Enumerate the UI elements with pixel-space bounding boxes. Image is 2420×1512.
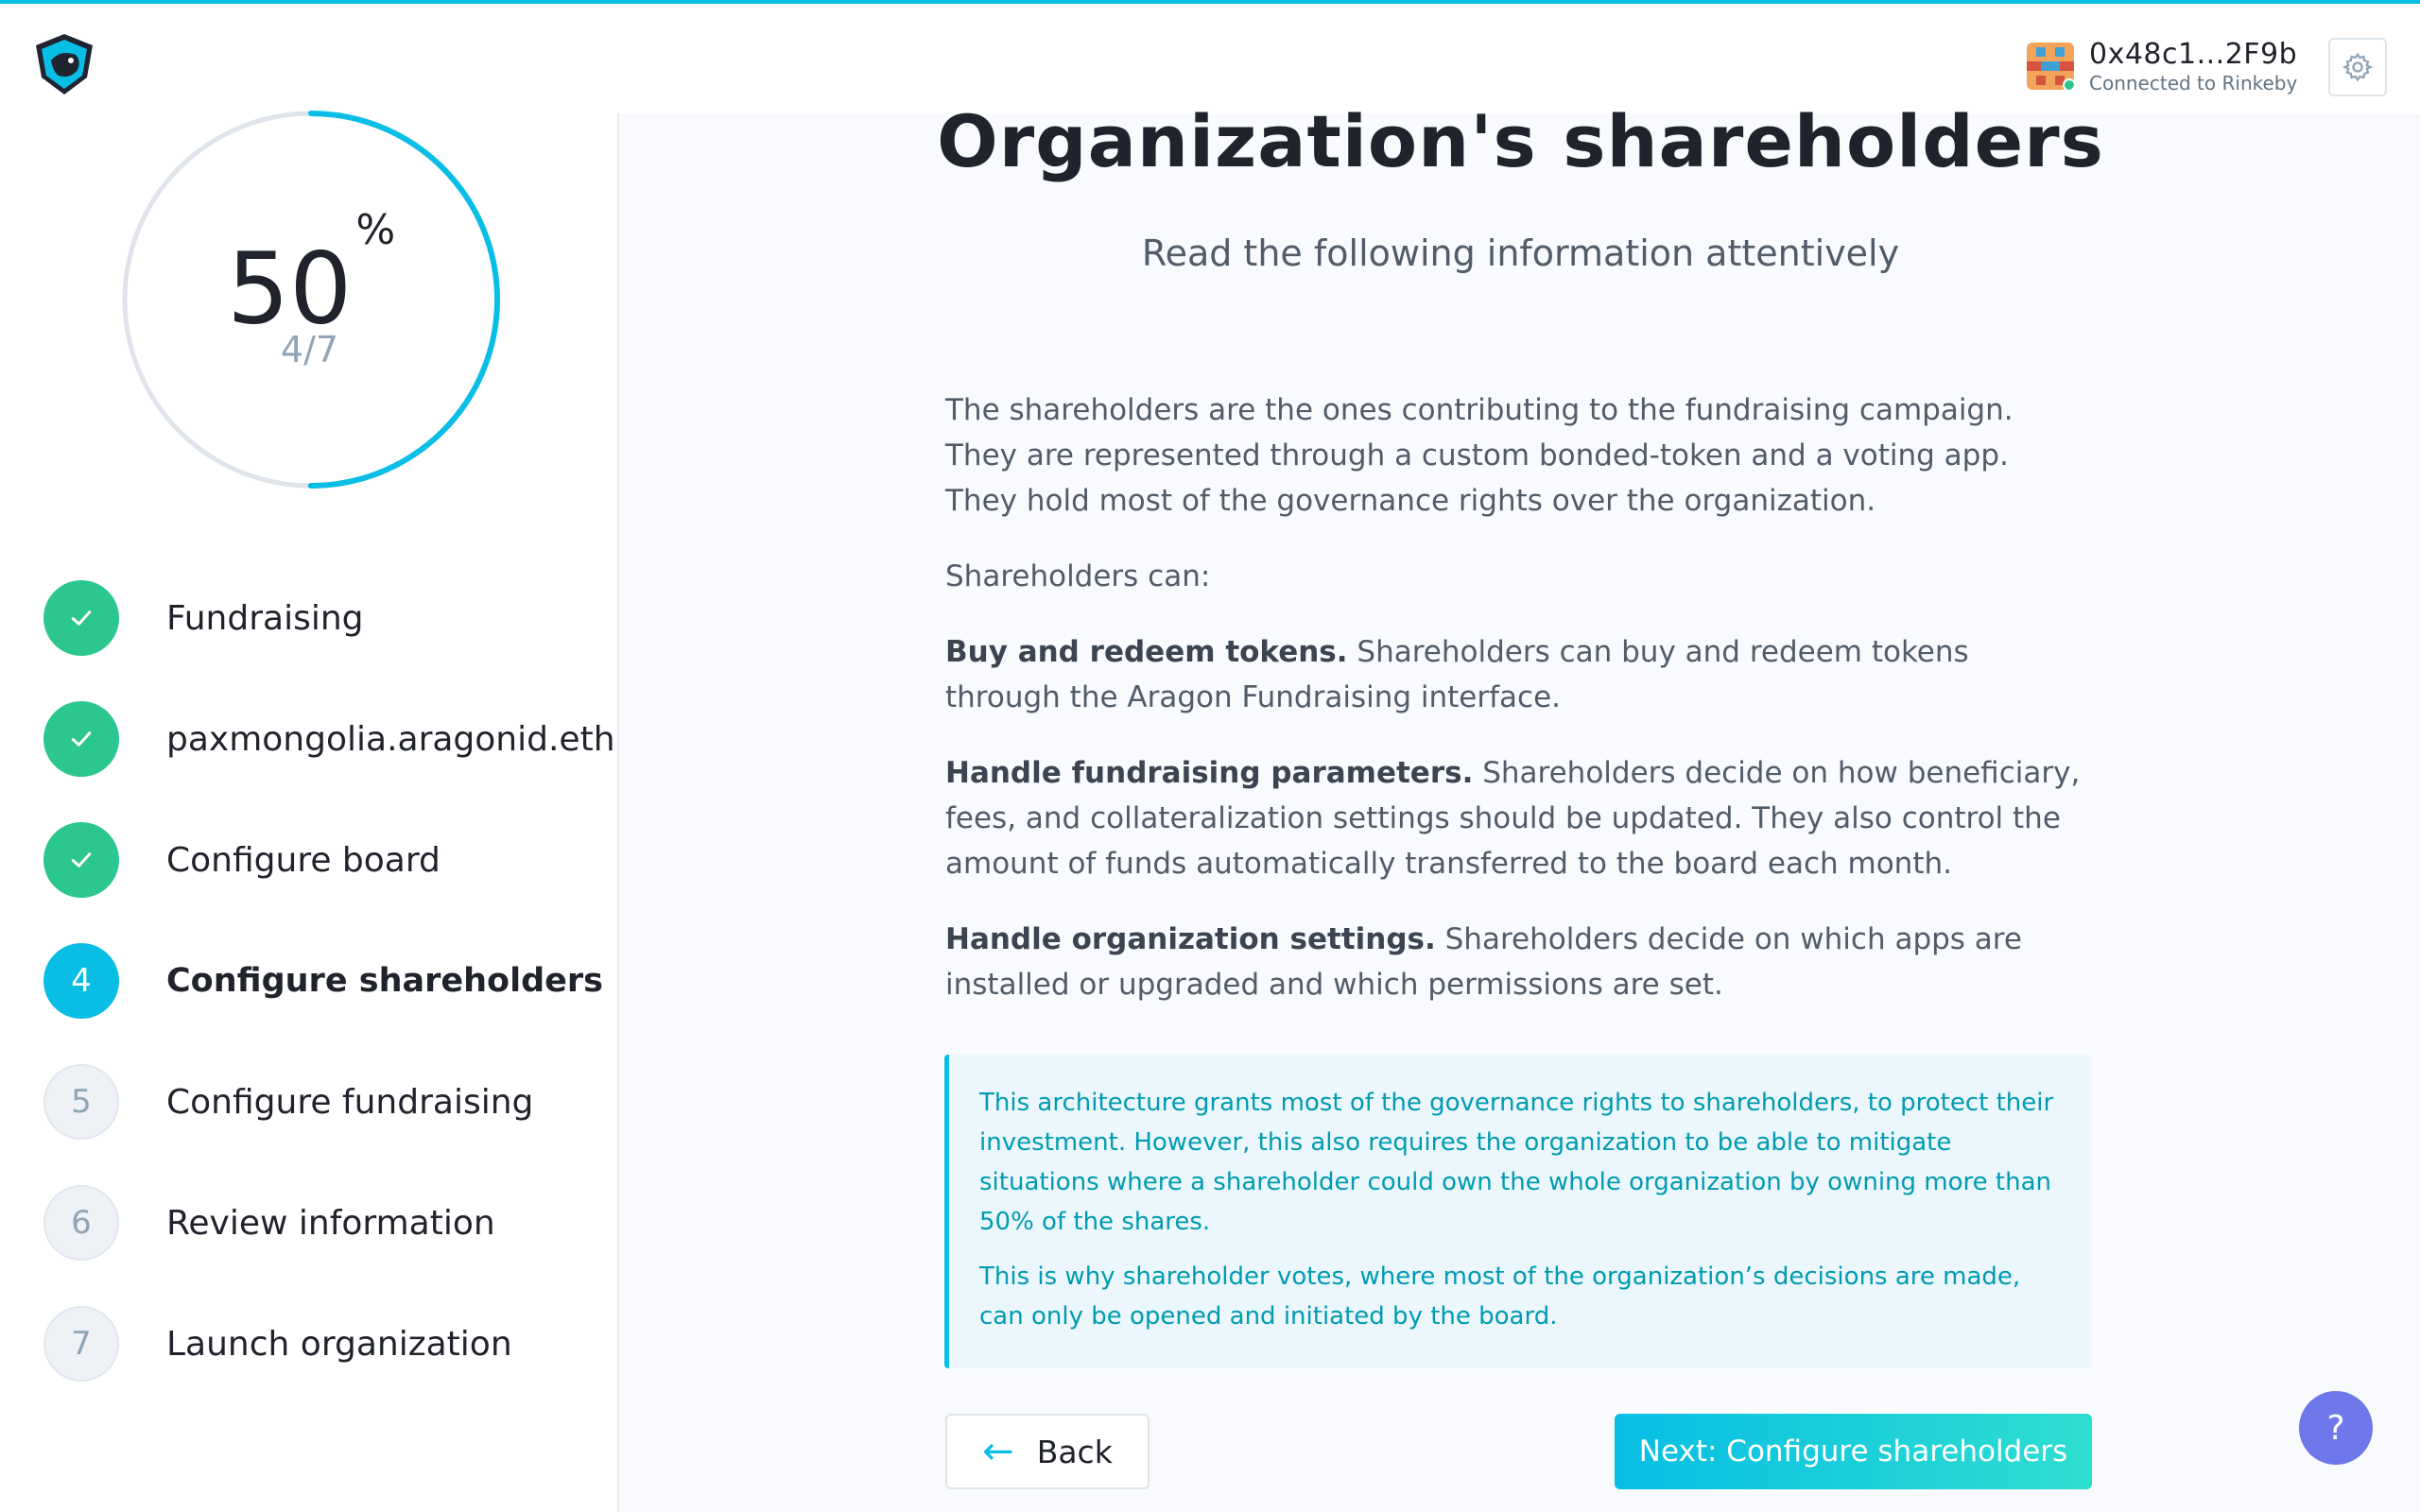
account-badge[interactable]: 0x48c1...2F9b Connected to Rinkeby xyxy=(2027,36,2297,96)
step-label: paxmongolia.aragonid.eth xyxy=(166,719,615,759)
info-paragraph: This architecture grants most of the gov… xyxy=(979,1089,2054,1236)
ability-title: Buy and redeem tokens. xyxy=(945,635,1348,669)
step-indicator: 4 xyxy=(43,943,119,1019)
step-indicator xyxy=(43,580,119,656)
progress-step-count: 4/7 xyxy=(280,329,339,370)
step-item-7: 7 Launch organization xyxy=(43,1306,611,1382)
ability-item: Handle fundraising parameters. Sharehold… xyxy=(945,750,2089,886)
next-button[interactable]: Next: Configure shareholders xyxy=(1615,1414,2092,1489)
ability-item: Handle organization settings. Shareholde… xyxy=(945,917,2089,1007)
network-status: Connected to Rinkeby xyxy=(2089,72,2298,94)
progress-percent: 50% xyxy=(227,206,396,347)
avatar xyxy=(2027,43,2074,90)
back-button[interactable]: ← Back xyxy=(945,1414,1150,1489)
ability-item: Buy and redeem tokens. Shareholders can … xyxy=(945,629,2089,720)
top-accent-bar xyxy=(0,0,2420,4)
connection-status-dot xyxy=(2063,78,2074,90)
abilities-label: Shareholders can: xyxy=(945,559,1211,593)
step-indicator xyxy=(43,822,119,898)
header: 0x48c1...2F9b Connected to Rinkeby xyxy=(0,4,2420,113)
settings-button[interactable] xyxy=(2328,38,2387,96)
content-body: The shareholders are the ones contributi… xyxy=(945,387,2089,1038)
step-item-3: Configure board xyxy=(43,822,611,898)
checkmark-icon xyxy=(71,610,92,626)
intro-paragraph: The shareholders are the ones contributi… xyxy=(945,393,2014,518)
checkmark-icon xyxy=(71,731,92,747)
main-panel: Organization's shareholders Read the fol… xyxy=(621,99,2420,1512)
account-address: 0x48c1...2F9b xyxy=(2089,38,2298,71)
page-subtitle: Read the following information attentive… xyxy=(1141,232,1900,274)
step-label: Review information xyxy=(166,1203,495,1243)
step-label: Configure shareholders xyxy=(166,962,603,1000)
next-button-label: Next: Configure shareholders xyxy=(1638,1435,2068,1469)
ability-title: Handle organization settings. xyxy=(945,922,1436,956)
back-button-label: Back xyxy=(1036,1433,1113,1470)
ability-title: Handle fundraising parameters. xyxy=(945,756,1474,790)
step-item-4: 4 Configure shareholders xyxy=(43,943,611,1019)
gear-icon xyxy=(2342,52,2374,82)
step-item-5: 5 Configure fundraising xyxy=(43,1064,611,1140)
step-label: Configure board xyxy=(166,840,441,880)
step-item-1: Fundraising xyxy=(43,580,611,656)
percent-sign: % xyxy=(355,206,396,254)
sidebar: 50% 4/7 Fundraising paxmongolia.aragonid.… xyxy=(0,111,619,1512)
step-indicator xyxy=(43,701,119,777)
step-label: Configure fundraising xyxy=(166,1082,534,1122)
step-item-6: 6 Review information xyxy=(43,1185,611,1261)
step-indicator: 6 xyxy=(43,1185,119,1261)
info-paragraph: This is why shareholder votes, where mos… xyxy=(979,1263,2021,1331)
arrow-left-icon: ← xyxy=(982,1430,1014,1473)
step-item-2: paxmongolia.aragonid.eth xyxy=(43,701,615,777)
checkmark-icon xyxy=(71,852,92,868)
step-indicator: 7 xyxy=(43,1306,119,1382)
page-title: Organization's shareholders xyxy=(937,99,2104,183)
info-callout: This architecture grants most of the gov… xyxy=(944,1055,2092,1368)
step-indicator: 5 xyxy=(43,1064,119,1140)
step-label: Launch organization xyxy=(166,1324,512,1364)
aragon-logo-icon[interactable] xyxy=(32,32,96,96)
help-button[interactable]: ? xyxy=(2299,1391,2373,1465)
step-label: Fundraising xyxy=(166,598,364,638)
